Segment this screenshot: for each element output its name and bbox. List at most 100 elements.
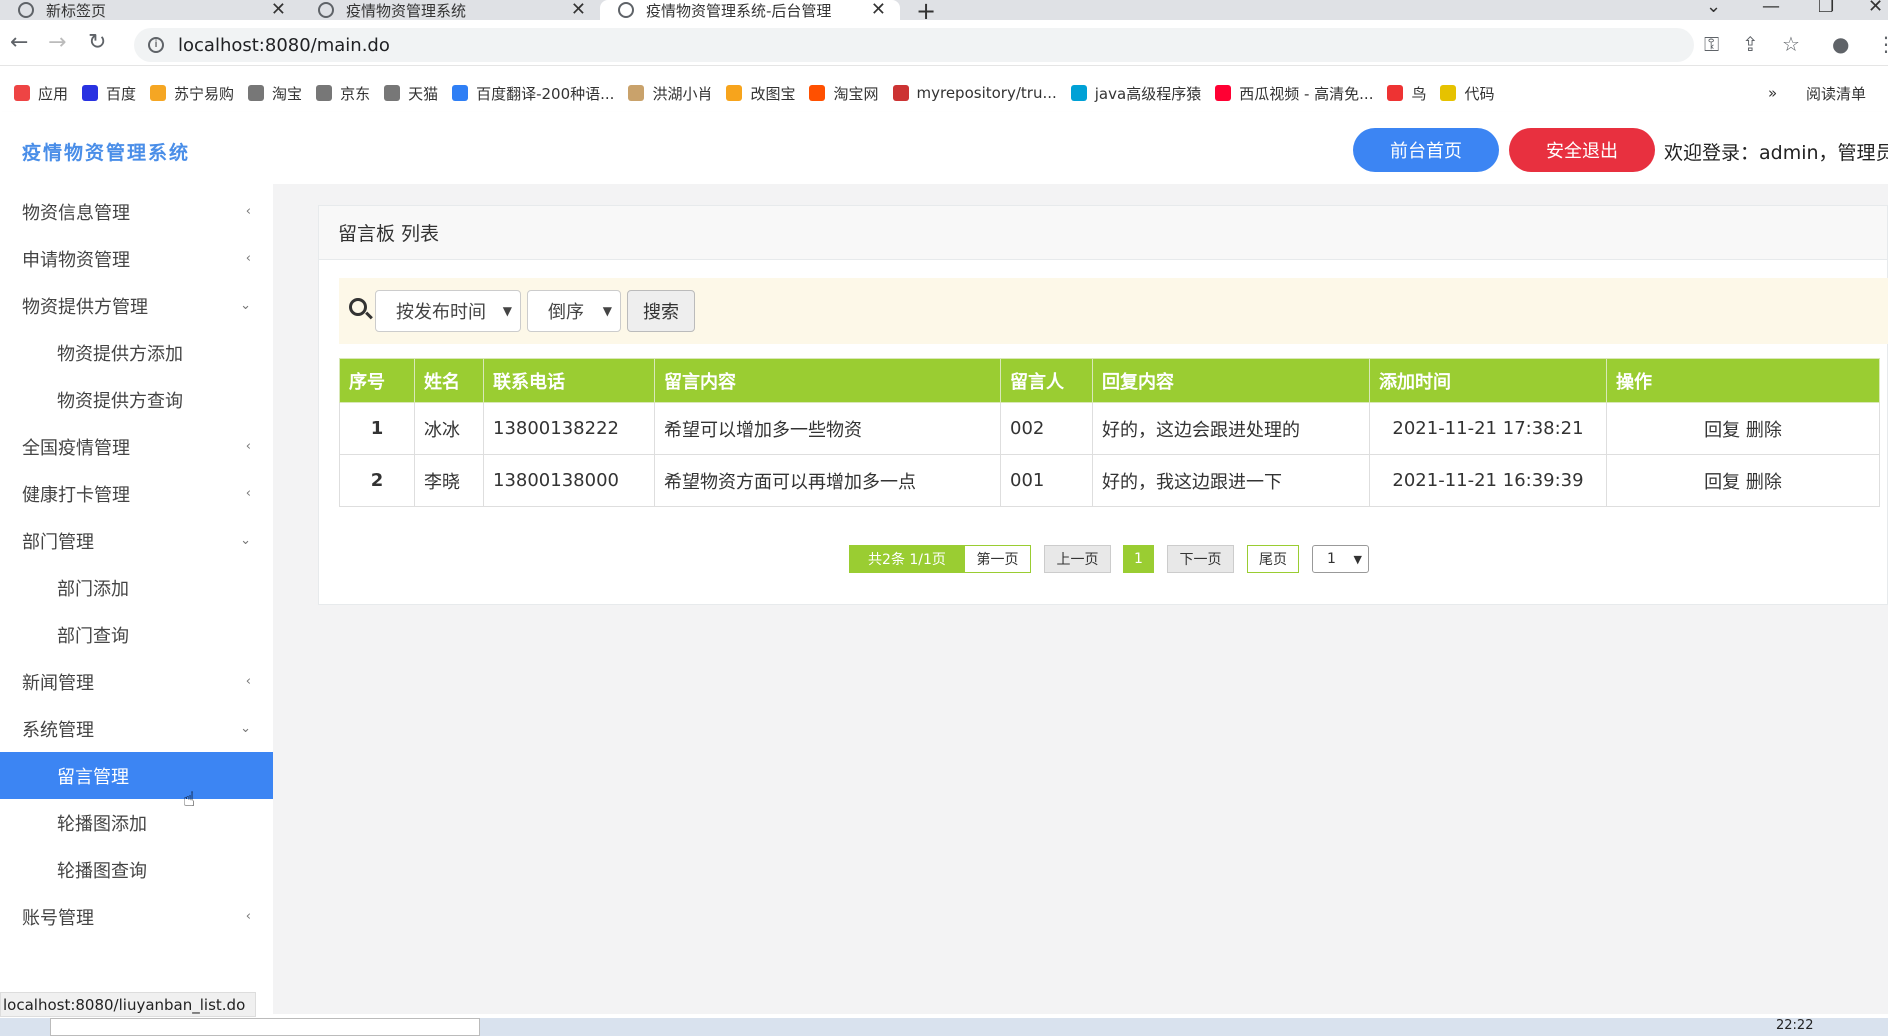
bookmark-item[interactable]: 京东 xyxy=(316,83,370,104)
window-close-icon[interactable]: ✕ xyxy=(1868,0,1883,17)
restore-icon[interactable]: ❐ xyxy=(1818,0,1834,17)
sidebar-item[interactable]: 部门查询 xyxy=(0,611,273,658)
panel-title: 留言板 列表 xyxy=(319,206,1887,260)
bookmark-item[interactable]: 洪湖小肖 xyxy=(628,83,712,104)
chevron-left-icon: ‹ xyxy=(245,909,251,924)
sidebar-item-label: 轮播图添加 xyxy=(57,813,147,835)
reading-list-button[interactable]: 阅读清单 xyxy=(1806,83,1866,104)
browser-tab[interactable]: 疫情物资管理系统 ✕ xyxy=(300,0,600,20)
chevron-down-icon: ⌄ xyxy=(240,533,251,548)
delete-link[interactable]: 删除 xyxy=(1746,472,1782,493)
key-icon[interactable]: ⚿ xyxy=(1704,32,1719,56)
logout-button[interactable]: 安全退出 xyxy=(1509,128,1655,172)
browser-tab-bar: 新标签页 ✕ 疫情物资管理系统 ✕ 疫情物资管理系统-后台管理 ✕ + ⌄ — … xyxy=(0,0,1888,25)
pager-jump-select[interactable]: 1 ▼ xyxy=(1312,545,1369,573)
sidebar-item[interactable]: 轮播图添加 xyxy=(0,799,273,846)
sort-field-select[interactable]: 按发布时间 ▼ xyxy=(375,290,521,332)
bookmark-item[interactable]: 应用 xyxy=(14,83,68,104)
bookmark-icon xyxy=(726,85,743,101)
reload-icon[interactable]: ↻ xyxy=(88,30,106,55)
bookmark-item[interactable]: 苏宁易购 xyxy=(150,83,234,104)
chevron-left-icon: ‹ xyxy=(245,674,251,689)
pager-total: 共2条 1/1页 xyxy=(849,545,965,573)
sidebar-item-label: 全国疫情管理 xyxy=(22,437,130,459)
sidebar-item[interactable]: 物资提供方查询 xyxy=(0,376,273,423)
col-header: 序号 xyxy=(339,358,415,403)
bookmark-icon xyxy=(892,85,909,101)
cell-author: 001 xyxy=(1000,454,1093,507)
bookmarks-more-icon[interactable]: » xyxy=(1768,84,1777,102)
bookmark-item[interactable]: 百度 xyxy=(82,83,136,104)
front-home-button[interactable]: 前台首页 xyxy=(1353,128,1499,172)
bookmark-item[interactable]: 改图宝 xyxy=(726,83,795,104)
browser-tab-active[interactable]: 疫情物资管理系统-后台管理 ✕ xyxy=(600,0,900,20)
minimize-icon[interactable]: — xyxy=(1762,0,1780,17)
pager-next-button[interactable]: 下一页 xyxy=(1167,545,1234,573)
taskbar-search-input[interactable] xyxy=(50,1018,480,1036)
close-icon[interactable]: ✕ xyxy=(871,0,886,20)
bookmark-item[interactable]: java高级程序猿 xyxy=(1070,83,1201,104)
sidebar-item[interactable]: 部门管理 ⌄ xyxy=(0,517,273,564)
url-input[interactable]: i localhost:8080/main.do xyxy=(134,28,1694,62)
forward-icon[interactable]: → xyxy=(48,30,66,55)
sidebar-item-label: 新闻管理 xyxy=(22,672,94,694)
pager-prev-button[interactable]: 上一页 xyxy=(1044,545,1111,573)
sidebar-item[interactable]: 部门添加 xyxy=(0,564,273,611)
cell-time: 2021-11-21 16:39:39 xyxy=(1369,454,1607,507)
close-icon[interactable]: ✕ xyxy=(271,0,286,20)
taskbar-clock: 22:22 xyxy=(1776,1018,1814,1033)
bookmark-icon xyxy=(452,85,469,101)
cell-time: 2021-11-21 17:38:21 xyxy=(1369,402,1607,455)
bookmark-item[interactable]: 鸟 xyxy=(1387,83,1426,104)
sidebar-item[interactable]: 账号管理 ‹ xyxy=(0,893,273,940)
back-icon[interactable]: ← xyxy=(10,30,28,55)
chevron-down-icon: ▼ xyxy=(1353,552,1362,566)
pager-current-page[interactable]: 1 xyxy=(1123,545,1154,573)
bookmark-item[interactable]: myrepository/tru... xyxy=(892,84,1057,102)
cell-name: 冰冰 xyxy=(414,402,484,455)
bookmark-icon xyxy=(1215,85,1232,101)
reply-link[interactable]: 回复 xyxy=(1704,472,1740,493)
bookmark-item[interactable]: 天猫 xyxy=(384,83,438,104)
info-icon[interactable]: i xyxy=(148,37,164,53)
bookmark-item[interactable]: 西瓜视频 - 高清免... xyxy=(1215,83,1373,104)
bookmarks-bar: 应用 百度 苏宁易购 淘宝 京东 天猫 百度翻译-200种语... 洪湖小肖 改图宝 淘宝网 myr… xyxy=(0,78,1888,108)
sidebar-item[interactable]: 申请物资管理 ‹ xyxy=(0,235,273,282)
sidebar-item[interactable]: 轮播图查询 xyxy=(0,846,273,893)
cell-no: 2 xyxy=(339,454,415,507)
sidebar-item[interactable]: 系统管理 ⌄ xyxy=(0,705,273,752)
table-header-row: 序号 姓名 联系电话 留言内容 留言人 回复内容 添加时间 操作 xyxy=(339,358,1880,403)
pager-last-button[interactable]: 尾页 xyxy=(1247,545,1299,573)
cell-content: 希望可以增加多一些物资 xyxy=(654,402,1001,455)
share-icon[interactable]: ⇪ xyxy=(1742,32,1759,56)
globe-icon xyxy=(618,2,634,18)
close-icon[interactable]: ✕ xyxy=(571,0,586,20)
sidebar-item-label: 账号管理 xyxy=(22,907,94,929)
bookmark-item[interactable]: 百度翻译-200种语... xyxy=(452,83,614,104)
profile-icon[interactable]: ● xyxy=(1832,32,1849,56)
sidebar-item[interactable]: 物资提供方管理 ⌄ xyxy=(0,282,273,329)
bookmark-item[interactable]: 淘宝网 xyxy=(809,83,879,104)
search-button[interactable]: 搜索 xyxy=(627,290,695,332)
star-icon[interactable]: ☆ xyxy=(1782,32,1800,56)
delete-link[interactable]: 删除 xyxy=(1746,420,1782,441)
sidebar-item[interactable]: 留言管理 xyxy=(0,752,273,799)
bookmark-icon xyxy=(1070,85,1087,101)
cell-reply: 好的，我这边跟进一下 xyxy=(1092,454,1370,507)
tab-search-icon[interactable]: ⌄ xyxy=(1706,0,1721,17)
bookmark-item[interactable]: 代码 xyxy=(1440,83,1495,104)
reply-link[interactable]: 回复 xyxy=(1704,420,1740,441)
sidebar-item[interactable]: 物资提供方添加 xyxy=(0,329,273,376)
sidebar-item[interactable]: 健康打卡管理 ‹ xyxy=(0,470,273,517)
sort-order-select[interactable]: 倒序 ▼ xyxy=(527,290,621,332)
bookmark-item[interactable]: 淘宝 xyxy=(248,83,302,104)
sidebar-item[interactable]: 全国疫情管理 ‹ xyxy=(0,423,273,470)
chevron-left-icon: ‹ xyxy=(245,486,251,501)
chevron-down-icon: ⌄ xyxy=(240,721,251,736)
pager-first-button[interactable]: 第一页 xyxy=(964,545,1031,573)
browser-tab[interactable]: 新标签页 ✕ xyxy=(0,0,300,20)
more-icon[interactable]: ⋮ xyxy=(1876,32,1888,56)
cell-reply: 好的，这边会跟进处理的 xyxy=(1092,402,1370,455)
sidebar-item[interactable]: 新闻管理 ‹ xyxy=(0,658,273,705)
sidebar-item[interactable]: 物资信息管理 ‹ xyxy=(0,188,273,235)
